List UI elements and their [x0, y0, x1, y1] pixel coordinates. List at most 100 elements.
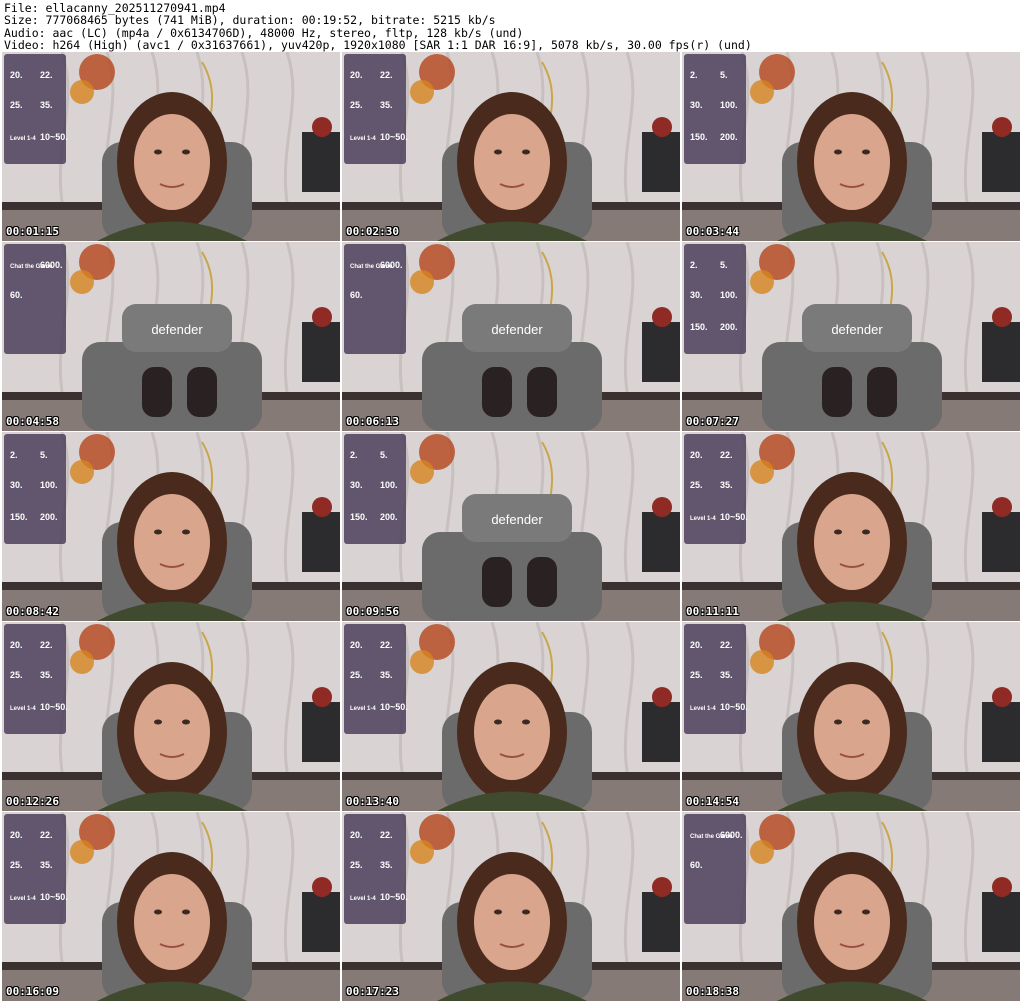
thumbnail-frame: defender 2. 5. 30. 100. 150. 200. 00:09:56: [342, 432, 680, 621]
overlay-price-label: 10~50.: [40, 702, 68, 712]
thumbnail-timestamp: 00:18:38: [686, 985, 739, 998]
overlay-price-label: 35.: [40, 860, 53, 870]
overlay-price-label: Level 1-4: [350, 136, 376, 142]
thumbnail-timestamp: 00:01:15: [6, 225, 59, 238]
thumbnail-timestamp: 00:06:13: [346, 415, 399, 428]
overlay-price-label: 22.: [40, 70, 53, 80]
overlay-price-label: 30.: [350, 480, 363, 490]
thumbnail-timestamp: 00:13:40: [346, 795, 399, 808]
thumbnail-timestamp: 00:07:27: [686, 415, 739, 428]
overlay-price-label: 22.: [40, 830, 53, 840]
overlay-price-label: 6000.: [720, 830, 743, 840]
thumbnail-frame: defender Chat the Game 6000. 60. 00:06:13: [342, 242, 680, 431]
thumbnail-timestamp: 00:14:54: [686, 795, 739, 808]
chair-logo-text: defender: [491, 322, 543, 337]
overlay-price-label: 22.: [380, 830, 393, 840]
thumbnail-scene: defender 2. 5. 30. 100. 150. 200.: [342, 432, 680, 621]
thumbnail-scene: 2. 5. 30. 100. 150. 200.: [682, 52, 1020, 241]
overlay-price-label: 25.: [350, 670, 363, 680]
overlay-price-label: 60.: [350, 290, 363, 300]
overlay-price-label: 60.: [690, 860, 703, 870]
overlay-price-label: 25.: [350, 860, 363, 870]
overlay-price-label: 100.: [380, 480, 398, 490]
overlay-price-label: 10~50.: [720, 702, 748, 712]
overlay-price-label: 35.: [380, 100, 393, 110]
overlay-price-label: Level 1-4: [350, 896, 376, 902]
overlay-price-label: Level 1-4: [350, 706, 376, 712]
overlay-price-label: 10~50.: [40, 132, 68, 142]
overlay-price-label: Level 1-4: [690, 516, 716, 522]
overlay-price-label: 5.: [380, 450, 388, 460]
overlay-price-label: 150.: [350, 512, 368, 522]
overlay-price-label: 20.: [690, 450, 703, 460]
thumbnail-frame: 2. 5. 30. 100. 150. 200. 00:08:42: [2, 432, 340, 621]
overlay-price-label: 10~50.: [380, 892, 408, 902]
thumbnail-timestamp: 00:09:56: [346, 605, 399, 618]
overlay-price-label: 200.: [40, 512, 58, 522]
thumbnail-scene: 20. 22. 25. 35. Level 1-4 10~50.: [2, 812, 340, 1001]
overlay-price-label: 22.: [720, 640, 733, 650]
overlay-price-label: 25.: [690, 670, 703, 680]
overlay-price-label: 22.: [380, 70, 393, 80]
thumbnail-timestamp: 00:04:58: [6, 415, 59, 428]
overlay-price-label: 20.: [10, 830, 23, 840]
overlay-price-label: 30.: [10, 480, 23, 490]
overlay-price-label: 35.: [40, 100, 53, 110]
overlay-price-label: 20.: [690, 640, 703, 650]
thumbnail-scene: 20. 22. 25. 35. Level 1-4 10~50.: [342, 622, 680, 811]
overlay-price-label: 30.: [690, 290, 703, 300]
overlay-price-label: 20.: [10, 640, 23, 650]
overlay-price-label: 20.: [350, 70, 363, 80]
overlay-price-label: 35.: [380, 860, 393, 870]
thumbnail-scene: 20. 22. 25. 35. Level 1-4 10~50.: [682, 432, 1020, 621]
overlay-price-label: 5.: [720, 70, 728, 80]
overlay-price-label: 200.: [720, 132, 738, 142]
overlay-price-label: 35.: [720, 480, 733, 490]
thumbnail-scene: defenderChat the Game6000.60.: [2, 242, 340, 431]
overlay-price-label: 35.: [40, 670, 53, 680]
overlay-price-label: 5.: [720, 260, 728, 270]
chair-logo-text: defender: [491, 512, 543, 527]
thumbnail-frame: 20. 22. 25. 35. Level 1-4 10~50. 00:13:40: [342, 622, 680, 811]
overlay-price-label: 20.: [350, 830, 363, 840]
overlay-price-label: 2.: [690, 70, 698, 80]
thumbnail-timestamp: 00:12:26: [6, 795, 59, 808]
thumbnail-scene: Chat the Game6000.60.: [682, 812, 1020, 1001]
thumbnail-scene: 20. 22. 25. 35. Level 1-4 10~50.: [342, 52, 680, 241]
overlay-price-label: 10~50.: [380, 132, 408, 142]
overlay-price-label: 10~50.: [720, 512, 748, 522]
thumbnail-scene: defenderChat the Game6000.60.: [342, 242, 680, 431]
overlay-price-label: 100.: [720, 290, 738, 300]
thumbnail-timestamp: 00:03:44: [686, 225, 739, 238]
overlay-price-label: 150.: [10, 512, 28, 522]
thumbnail-scene: 2. 5. 30. 100. 150. 200.: [2, 432, 340, 621]
thumbnail-frame: 20. 22. 25. 35. Level 1-4 10~50. 00:16:09: [2, 812, 340, 1001]
overlay-price-label: 2.: [350, 450, 358, 460]
overlay-price-label: 5.: [40, 450, 48, 460]
thumbnail-timestamp: 00:17:23: [346, 985, 399, 998]
thumbnail-scene: 20. 22. 25. 35. Level 1-4 10~50.: [2, 622, 340, 811]
thumbnail-timestamp: 00:16:09: [6, 985, 59, 998]
overlay-price-label: 22.: [380, 640, 393, 650]
thumbnail-frame: 20. 22. 25. 35. Level 1-4 10~50. 00:02:30: [342, 52, 680, 241]
overlay-price-label: 35.: [380, 670, 393, 680]
thumbnail-frame: 20. 22. 25. 35. Level 1-4 10~50. 00:17:23: [342, 812, 680, 1001]
overlay-price-label: 2.: [10, 450, 18, 460]
overlay-price-label: 200.: [380, 512, 398, 522]
overlay-price-label: 100.: [40, 480, 58, 490]
overlay-price-label: 150.: [690, 322, 708, 332]
overlay-price-label: 25.: [10, 100, 23, 110]
size-line: Size: 777068465 bytes (741 MiB), duratio…: [4, 13, 496, 28]
overlay-price-label: 60.: [10, 290, 23, 300]
overlay-price-label: 2.: [690, 260, 698, 270]
thumbnail-frame: 2. 5. 30. 100. 150. 200. 00:03:44: [682, 52, 1020, 241]
thumbnail-scene: 20. 22. 25. 35. Level 1-4 10~50.: [682, 622, 1020, 811]
thumbnail-frame: defender 2. 5. 30. 100. 150. 200. 00:07:27: [682, 242, 1020, 431]
overlay-price-label: 22.: [40, 640, 53, 650]
chair-logo-text: defender: [151, 322, 203, 337]
overlay-price-label: 10~50.: [380, 702, 408, 712]
thumbnail-frame: defender Chat the Game 6000. 60. 00:04:58: [2, 242, 340, 431]
thumbnail-frame: 20. 22. 25. 35. Level 1-4 10~50. 00:11:11: [682, 432, 1020, 621]
thumbnail-frame: 20. 22. 25. 35. Level 1-4 10~50. 00:12:26: [2, 622, 340, 811]
thumbnail-timestamp: 00:02:30: [346, 225, 399, 238]
